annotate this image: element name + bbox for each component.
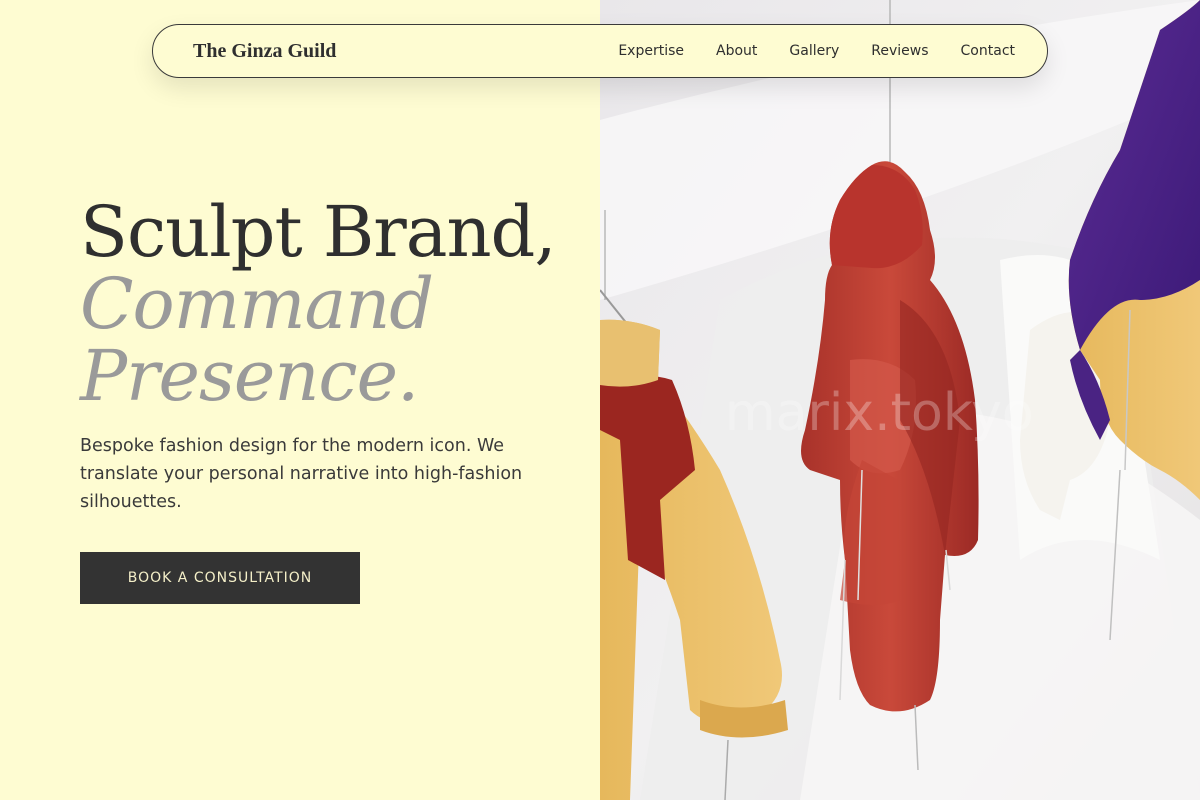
hero-headline: Sculpt Brand, Command Presence. bbox=[80, 196, 560, 412]
top-navbar: The Ginza Guild Expertise About Gallery … bbox=[152, 24, 1048, 78]
hero-subtitle: Bespoke fashion design for the modern ic… bbox=[80, 436, 523, 512]
nav-link-gallery[interactable]: Gallery bbox=[789, 43, 839, 59]
book-consultation-button[interactable]: BOOK A CONSULTATION bbox=[80, 552, 360, 604]
hero-photo: marix.tokyo bbox=[600, 0, 1200, 800]
hero-section: Sculpt Brand, Command Presence. Bespoke … bbox=[80, 196, 560, 516]
nav-link-reviews[interactable]: Reviews bbox=[871, 43, 928, 59]
brand-logo[interactable]: The Ginza Guild bbox=[193, 40, 336, 63]
nav-link-about[interactable]: About bbox=[716, 43, 757, 59]
nav-links: Expertise About Gallery Reviews Contact bbox=[618, 43, 1015, 59]
nav-link-contact[interactable]: Contact bbox=[961, 43, 1015, 59]
headline-line-3: Presence. bbox=[80, 335, 419, 417]
photo-watermark: marix.tokyo bbox=[725, 383, 1034, 443]
headline-line-2: Command bbox=[80, 263, 434, 345]
headline-line-1: Sculpt Brand, bbox=[80, 191, 557, 273]
jackets-photo-image: marix.tokyo bbox=[600, 0, 1200, 800]
nav-link-expertise[interactable]: Expertise bbox=[618, 43, 684, 59]
